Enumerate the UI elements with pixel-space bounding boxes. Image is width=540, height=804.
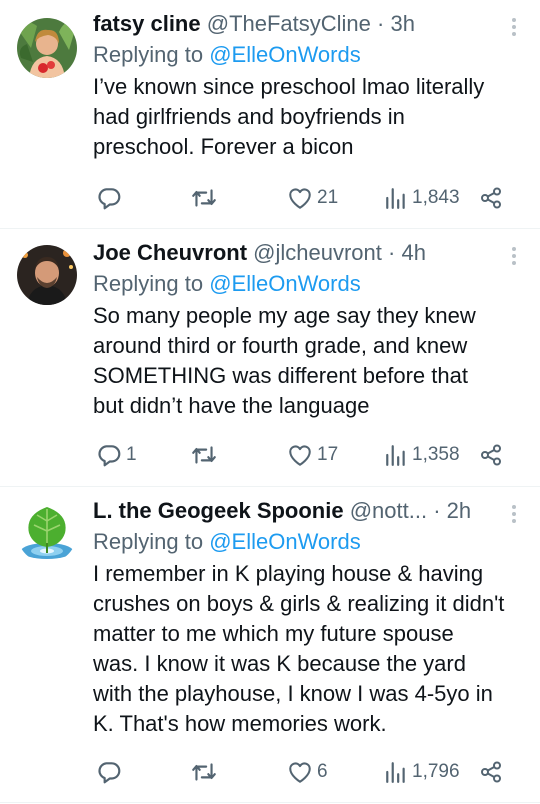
heart-icon xyxy=(289,188,311,209)
heart-icon xyxy=(289,762,311,783)
retweet-button[interactable] xyxy=(190,756,222,788)
timestamp[interactable]: 3h xyxy=(390,11,414,36)
timestamp[interactable]: 2h xyxy=(447,498,471,523)
replying-to-link[interactable]: @ElleOnWords xyxy=(209,271,361,296)
reply-button[interactable]: 1 xyxy=(96,439,137,471)
retweet-icon xyxy=(192,763,216,781)
replying-to-label: Replying to xyxy=(93,42,204,67)
share-icon xyxy=(481,761,501,783)
tweet-text-line: SOMETHING was different before that xyxy=(93,363,468,388)
views-button[interactable]: 1,796 xyxy=(384,756,460,788)
tweet-text-line: was. I know it was K because the yard xyxy=(93,651,466,676)
tweet[interactable]: fatsy cline @TheFatsyCline · 3h Replying… xyxy=(0,0,540,229)
replying-to: Replying to @ElleOnWords xyxy=(93,269,520,299)
tweet-actions: 21 1,843 xyxy=(0,182,540,214)
retweet-button[interactable] xyxy=(190,439,222,471)
more-vertical-icon[interactable] xyxy=(510,505,518,523)
reply-count: 1 xyxy=(126,444,137,465)
reply-feed: fatsy cline @TheFatsyCline · 3h Replying… xyxy=(0,0,540,803)
avatar[interactable] xyxy=(17,245,77,305)
views-bar-icon xyxy=(386,445,405,466)
man-selfie-avatar xyxy=(17,245,77,305)
tweet-header: fatsy cline @TheFatsyCline · 3h xyxy=(93,10,520,38)
tweet-actions: 6 1,796 xyxy=(0,756,540,788)
more-vertical-icon[interactable] xyxy=(510,247,518,265)
replying-to-link[interactable]: @ElleOnWords xyxy=(209,42,361,67)
tweet-text-line: crushes on boys & girls & realizing it d… xyxy=(93,591,505,616)
tweet-text-line: had girlfriends and boyfriends in xyxy=(93,104,405,129)
tweet-text: I remember in K playing house & having c… xyxy=(93,559,520,739)
like-count: 6 xyxy=(317,761,328,782)
separator-dot: · xyxy=(388,240,396,265)
share-button[interactable] xyxy=(479,182,503,214)
tweet-text-line: matter to me which my future spouse xyxy=(93,621,454,646)
retweet-button[interactable] xyxy=(190,182,222,214)
more-vertical-icon[interactable] xyxy=(510,18,518,36)
like-button[interactable]: 6 xyxy=(287,756,328,788)
tweet-actions: 1 17 1,358 xyxy=(0,439,540,471)
replying-to: Replying to @ElleOnWords xyxy=(93,527,520,557)
timestamp[interactable]: 4h xyxy=(401,240,425,265)
share-icon xyxy=(481,187,501,209)
replying-to-label: Replying to xyxy=(93,529,204,554)
tweet-text-line: but didn’t have the language xyxy=(93,393,370,418)
replying-to-link[interactable]: @ElleOnWords xyxy=(209,529,361,554)
user-handle[interactable]: @jlcheuvront xyxy=(253,240,382,265)
tweet-text-line: So many people my age say they knew xyxy=(93,303,476,328)
retweet-icon xyxy=(192,189,216,207)
views-bar-icon xyxy=(386,762,405,783)
share-button[interactable] xyxy=(479,756,503,788)
tweet-text: I’ve known since preschool lmao literall… xyxy=(93,72,520,162)
tweet-text-line: I’ve known since preschool lmao literall… xyxy=(93,74,485,99)
share-button[interactable] xyxy=(479,439,503,471)
like-count: 17 xyxy=(317,444,339,465)
user-handle[interactable]: @TheFatsyCline xyxy=(207,11,371,36)
reply-icon xyxy=(98,445,121,467)
woman-with-plants-avatar xyxy=(17,18,77,78)
view-count: 1,843 xyxy=(412,187,460,208)
share-icon xyxy=(481,444,501,466)
tweet-text-line: I remember in K playing house & having xyxy=(93,561,484,586)
tweet-header: Joe Cheuvront @jlcheuvront · 4h xyxy=(93,239,520,267)
views-bar-icon xyxy=(386,188,405,209)
separator-dot: · xyxy=(433,498,441,523)
leaf-water-drop-avatar xyxy=(17,503,77,563)
like-button[interactable]: 21 xyxy=(287,182,338,214)
tweet-text-line: K. That's how memories work. xyxy=(93,711,387,736)
separator-dot: · xyxy=(377,11,385,36)
reply-icon xyxy=(98,762,121,784)
replying-to-label: Replying to xyxy=(93,271,204,296)
reply-icon xyxy=(98,188,121,210)
view-count: 1,796 xyxy=(412,761,460,782)
display-name[interactable]: Joe Cheuvront xyxy=(93,240,247,265)
tweet-header: L. the Geogeek Spoonie @nott... · 2h xyxy=(93,497,520,525)
heart-icon xyxy=(289,445,311,466)
like-button[interactable]: 17 xyxy=(287,439,338,471)
user-handle[interactable]: @nott... xyxy=(350,498,427,523)
avatar[interactable] xyxy=(17,503,77,563)
views-button[interactable]: 1,358 xyxy=(384,439,460,471)
tweet-text-line: around third or fourth grade, and knew xyxy=(93,333,468,358)
reply-button[interactable] xyxy=(96,756,126,788)
replying-to: Replying to @ElleOnWords xyxy=(93,40,520,70)
tweet-text: So many people my age say they knew arou… xyxy=(93,301,520,421)
avatar[interactable] xyxy=(17,18,77,78)
display-name[interactable]: fatsy cline xyxy=(93,11,201,36)
tweet[interactable]: L. the Geogeek Spoonie @nott... · 2h Rep… xyxy=(0,487,540,803)
retweet-icon xyxy=(192,446,216,464)
view-count: 1,358 xyxy=(412,444,460,465)
display-name[interactable]: L. the Geogeek Spoonie xyxy=(93,498,344,523)
reply-button[interactable] xyxy=(96,182,126,214)
tweet-text-line: with the playhouse, I know I was 4-5yo i… xyxy=(93,681,493,706)
tweet[interactable]: Joe Cheuvront @jlcheuvront · 4h Replying… xyxy=(0,229,540,487)
tweet-text-line: preschool. Forever a bicon xyxy=(93,134,354,159)
views-button[interactable]: 1,843 xyxy=(384,182,460,214)
like-count: 21 xyxy=(317,187,339,208)
